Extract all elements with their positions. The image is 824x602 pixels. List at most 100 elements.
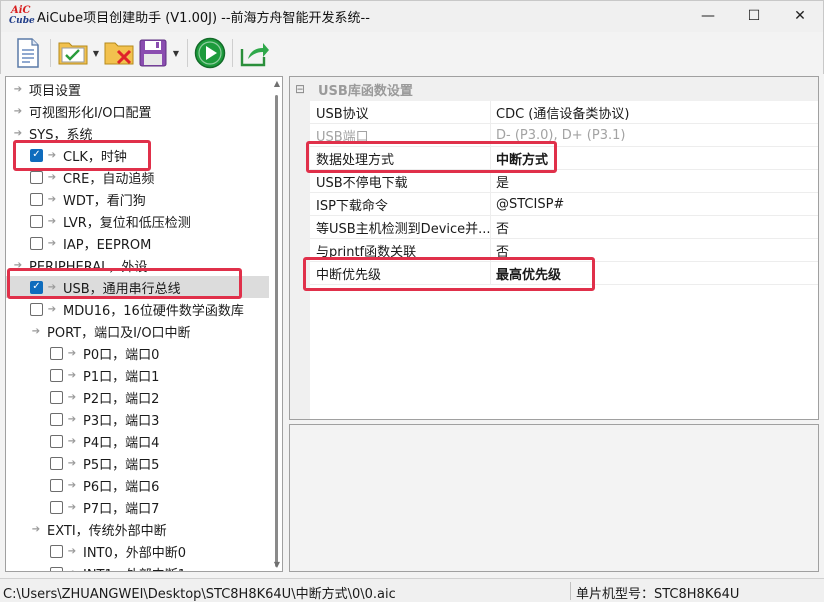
property-category[interactable]: ⊟ USB库函数设置	[290, 77, 818, 101]
tree-item[interactable]: ➔ PORT，端口及I/O口中断	[6, 320, 269, 342]
tree-item-checkbox[interactable]	[50, 544, 63, 558]
arrow-right-icon: ➔	[47, 303, 57, 315]
toolbar-separator	[232, 39, 233, 67]
property-row[interactable]: USB协议 CDC (通信设备类协议)	[310, 101, 818, 124]
tree-item-label: P4口，端口4	[83, 435, 160, 451]
tree-item[interactable]: ➔ LVR，复位和低压检测	[6, 210, 269, 232]
tree-item[interactable]: ➔ P5口，端口5	[6, 452, 269, 474]
arrow-right-icon: ➔	[13, 105, 23, 117]
tree-item-checkbox[interactable]	[50, 368, 63, 382]
tree-item-checkbox[interactable]	[50, 478, 63, 492]
tree-item[interactable]: ➔ 可视图形化I/O口配置	[6, 100, 269, 122]
arrow-right-icon: ➔	[47, 193, 57, 205]
tree-item[interactable]: ➔ P3口，端口3	[6, 408, 269, 430]
tree-item[interactable]: ➔ P6口，端口6	[6, 474, 269, 496]
arrow-right-icon: ➔	[67, 479, 77, 491]
save-project-dropdown[interactable]: ▼	[170, 36, 182, 70]
collapse-icon[interactable]: ⊟	[290, 82, 310, 96]
minimize-button[interactable]: —	[685, 1, 731, 31]
close-icon: ✕	[794, 8, 806, 24]
tree-item-label: P0口，端口0	[83, 347, 160, 363]
tree-item-checkbox[interactable]	[50, 346, 63, 360]
tree-item-label: LVR，复位和低压检测	[63, 215, 191, 231]
save-project-button[interactable]	[136, 36, 170, 70]
highlight-usb	[7, 268, 242, 299]
tree-item[interactable]: ➔ IAP，EEPROM	[6, 232, 269, 254]
arrow-right-icon: ➔	[67, 545, 77, 557]
property-name: ISP下载命令	[310, 193, 491, 215]
arrow-right-icon: ➔	[66, 568, 78, 572]
property-value[interactable]: 是	[491, 172, 509, 191]
scroll-down-icon[interactable]: ▼	[274, 560, 280, 569]
arrow-right-icon: ➔	[13, 83, 23, 95]
tree-item-checkbox[interactable]	[50, 566, 63, 571]
tree-item[interactable]: ➔ 项目设置	[6, 78, 269, 100]
chevron-down-icon: ▼	[172, 48, 180, 58]
tree-item[interactable]: ➔ P7口，端口7	[6, 496, 269, 518]
tree-item-checkbox[interactable]	[50, 500, 63, 514]
toolbar-separator	[187, 39, 188, 67]
tree-item[interactable]: ➔ INT1，外部中断1	[6, 562, 269, 572]
toolbar: ▼ ▼	[0, 32, 824, 74]
arrow-right-icon: ➔	[67, 457, 77, 469]
tree-item-label: MDU16，16位硬件数学函数库	[63, 303, 244, 319]
tree-item-checkbox[interactable]	[30, 302, 43, 316]
highlight-clk	[13, 140, 151, 171]
tree-item-label: P2口，端口2	[83, 391, 160, 407]
tree-item[interactable]: ➔ WDT，看门狗	[6, 188, 269, 210]
tree-item-checkbox[interactable]	[50, 456, 63, 470]
tree-item-label: P6口，端口6	[83, 479, 160, 495]
property-value[interactable]: CDC (通信设备类协议)	[491, 103, 629, 122]
status-separator	[570, 582, 571, 600]
tree-item-label: PORT，端口及I/O口中断	[47, 325, 191, 341]
property-description-panel	[289, 424, 819, 572]
arrow-right-icon: ➔	[47, 237, 57, 249]
tree-item[interactable]: ➔ P4口，端口4	[6, 430, 269, 452]
status-bar: C:\Users\ZHUANGWEI\Desktop\STC8H8K64U\中断…	[0, 578, 824, 602]
property-value[interactable]: 否	[491, 218, 509, 237]
tree-item[interactable]: ➔ P1口，端口1	[6, 364, 269, 386]
new-project-button[interactable]	[11, 36, 45, 70]
arrow-right-icon: ➔	[67, 435, 77, 447]
tree-item-checkbox[interactable]	[50, 390, 63, 404]
delete-folder-icon	[104, 42, 134, 65]
tree-item[interactable]: ➔ EXTI，传统外部中断	[6, 518, 269, 540]
tree-item[interactable]: ➔ MDU16，16位硬件数学函数库	[6, 298, 269, 320]
property-name: 等USB主机检测到Device并...	[310, 216, 491, 238]
minimize-icon: —	[701, 8, 715, 24]
maximize-button[interactable]: ☐	[731, 1, 777, 31]
toolbar-separator	[50, 39, 51, 67]
status-project-path: C:\Users\ZHUANGWEI\Desktop\STC8H8K64U\中断…	[3, 587, 396, 602]
highlight-data-mode	[306, 141, 557, 173]
property-row[interactable]: 等USB主机检测到Device并... 否	[310, 216, 818, 239]
tree-item-checkbox[interactable]	[30, 170, 43, 184]
export-button[interactable]	[238, 36, 272, 70]
tree-item[interactable]: ➔ P2口，端口2	[6, 386, 269, 408]
property-value[interactable]: @STCISP#	[491, 197, 564, 212]
tree-item-label: IAP，EEPROM	[63, 237, 152, 253]
tree-item-checkbox[interactable]	[30, 192, 43, 206]
chevron-down-icon: ▼	[92, 48, 100, 58]
scroll-up-icon[interactable]: ▲	[274, 79, 280, 88]
property-row[interactable]: ISP下载命令 @STCISP#	[310, 193, 818, 216]
tree-item[interactable]: ➔ P0口，端口0	[6, 342, 269, 364]
tree-item-checkbox[interactable]	[50, 412, 63, 426]
arrow-right-icon: ➔	[47, 171, 57, 183]
run-generate-button[interactable]	[193, 36, 227, 70]
arrow-right-icon: ➔	[67, 501, 77, 513]
tree-item[interactable]: ➔ INT0，外部中断0	[6, 540, 269, 562]
close-button[interactable]: ✕	[777, 1, 823, 31]
tree-item-checkbox[interactable]	[30, 236, 43, 250]
tree-item-checkbox[interactable]	[30, 214, 43, 228]
highlight-interrupt-priority	[303, 257, 595, 291]
delete-project-button[interactable]	[102, 36, 136, 70]
open-project-dropdown[interactable]: ▼	[90, 36, 102, 70]
tree-item-checkbox[interactable]	[50, 434, 63, 448]
property-row[interactable]: USB不停电下载是	[310, 170, 818, 193]
tree-scrollbar[interactable]	[275, 95, 278, 567]
title-bar: AiC Cube AiCube项目创建助手 (V1.00J) --前海方舟智能开…	[0, 0, 824, 32]
arrow-right-icon: ➔	[47, 215, 57, 227]
tree-item-label: INT0，外部中断0	[83, 545, 187, 561]
open-project-button[interactable]	[56, 36, 90, 70]
tree-item-label: 可视图形化I/O口配置	[29, 105, 152, 121]
